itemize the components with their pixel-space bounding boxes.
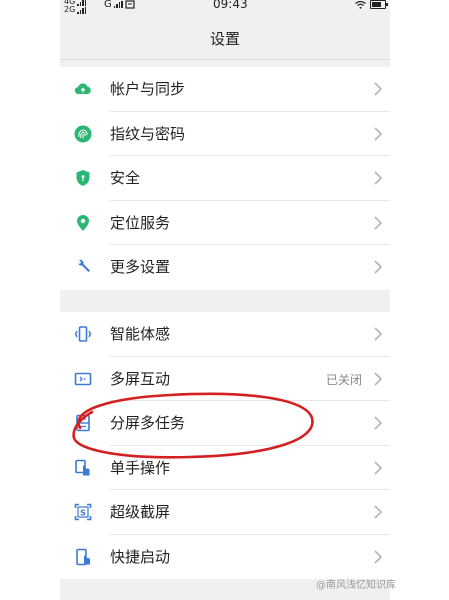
network-g-label: G bbox=[104, 0, 112, 10]
chevron-right-icon bbox=[374, 371, 383, 386]
chevron-right-icon bbox=[374, 126, 383, 141]
settings-item-quick-launch[interactable]: 快捷启动 bbox=[60, 535, 390, 580]
settings-item-label: 定位服务 bbox=[110, 213, 171, 232]
screenshot-icon: S bbox=[74, 503, 92, 521]
fingerprint-icon bbox=[74, 125, 92, 143]
settings-item-split-screen[interactable]: 分屏多任务 bbox=[60, 401, 390, 446]
page-title: 设置 bbox=[209, 30, 240, 48]
status-right bbox=[355, 0, 388, 9]
chevron-right-icon bbox=[374, 549, 383, 564]
cloud-icon bbox=[74, 80, 92, 98]
settings-item-smart-motion[interactable]: 智能体感 bbox=[60, 312, 390, 357]
chevron-right-icon bbox=[374, 460, 383, 475]
settings-item-security[interactable]: 安全 bbox=[60, 156, 390, 201]
phone-screen: 4G 2G G 09:43 设置 帐户与同步 指纹与密码 安全 定位服务 更多设… bbox=[60, 0, 390, 600]
settings-item-label: 更多设置 bbox=[110, 258, 171, 276]
chevron-right-icon bbox=[374, 327, 383, 341]
chevron-right-icon bbox=[374, 171, 383, 185]
svg-text:S: S bbox=[80, 508, 86, 517]
wrench-icon bbox=[74, 258, 92, 276]
settings-item-label: 快捷启动 bbox=[110, 547, 171, 566]
chevron-right-icon bbox=[374, 505, 383, 519]
settings-item-label: 超级截屏 bbox=[110, 503, 171, 521]
settings-item-label: 分屏多任务 bbox=[110, 414, 186, 432]
chevron-right-icon bbox=[374, 215, 383, 230]
shield-icon bbox=[74, 169, 92, 187]
chevron-right-icon bbox=[374, 416, 383, 430]
settings-item-multi-screen[interactable]: 多屏互动 已关闭 bbox=[60, 357, 390, 401]
settings-item-label: 多屏互动 bbox=[110, 369, 171, 388]
settings-item-label: 安全 bbox=[110, 169, 141, 187]
status-bar: 4G 2G G 09:43 bbox=[60, 0, 390, 14]
network-2g-label: 2G bbox=[64, 5, 76, 14]
smart-motion-icon bbox=[74, 325, 92, 343]
battery-icon bbox=[370, 0, 388, 9]
title-bar: 设置 bbox=[60, 14, 390, 60]
location-pin-icon bbox=[74, 214, 92, 232]
settings-item-label: 指纹与密码 bbox=[110, 124, 186, 143]
one-hand-icon bbox=[74, 459, 92, 477]
signal-bars-icon bbox=[113, 1, 123, 8]
settings-item-more-settings[interactable]: 更多设置 bbox=[60, 245, 390, 290]
settings-item-location[interactable]: 定位服务 bbox=[60, 201, 390, 245]
settings-group-features: 智能体感 多屏互动 已关闭 分屏多任务 单手操作 S 超级截屏 快捷启动 bbox=[60, 312, 390, 579]
settings-item-label: 帐户与同步 bbox=[110, 80, 186, 98]
network-g-indicator: G bbox=[104, 0, 135, 10]
multi-screen-icon bbox=[74, 370, 92, 388]
chevron-right-icon bbox=[374, 82, 383, 96]
message-icon bbox=[125, 0, 135, 9]
settings-item-account-sync[interactable]: 帐户与同步 bbox=[60, 67, 390, 112]
settings-item-label: 智能体感 bbox=[110, 325, 171, 343]
watermark-text: @南风浅忆知识库 bbox=[316, 580, 396, 591]
settings-item-label: 单手操作 bbox=[110, 458, 171, 477]
signal-bars-icon bbox=[77, 0, 87, 6]
wifi-icon bbox=[355, 0, 366, 9]
split-screen-icon bbox=[74, 414, 92, 432]
quick-launch-icon bbox=[74, 548, 92, 566]
signal-indicators: 4G 2G bbox=[64, 0, 87, 14]
chevron-right-icon bbox=[374, 260, 383, 274]
signal-bars-icon bbox=[77, 6, 87, 14]
settings-group-account: 帐户与同步 指纹与密码 安全 定位服务 更多设置 bbox=[60, 67, 390, 290]
settings-item-fingerprint-password[interactable]: 指纹与密码 bbox=[60, 112, 390, 156]
settings-item-super-screenshot[interactable]: S 超级截屏 bbox=[60, 490, 390, 535]
status-value: 已关闭 bbox=[325, 372, 362, 387]
settings-item-one-hand[interactable]: 单手操作 bbox=[60, 446, 390, 490]
status-time: 09:43 bbox=[213, 0, 248, 11]
